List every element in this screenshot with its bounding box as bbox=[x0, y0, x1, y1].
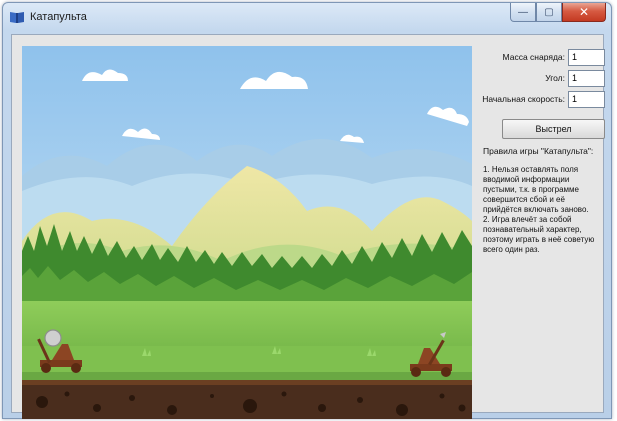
speed-input[interactable] bbox=[568, 90, 605, 108]
angle-row: Угол: bbox=[545, 69, 605, 87]
title-bar[interactable]: Катапульта — ▢ ✕ bbox=[3, 3, 611, 33]
game-scene[interactable] bbox=[22, 46, 472, 419]
minimize-button[interactable]: — bbox=[510, 3, 536, 22]
mass-row: Масса снаряда: bbox=[503, 48, 605, 66]
window-controls: — ▢ ✕ bbox=[510, 3, 606, 23]
stone-ball-icon bbox=[44, 329, 62, 347]
shoot-button[interactable]: Выстрел bbox=[502, 119, 605, 139]
angle-label: Угол: bbox=[545, 73, 565, 83]
rules-title: Правила игры "Катапульта": bbox=[483, 146, 594, 156]
speed-row: Начальная скорость: bbox=[482, 90, 605, 108]
speed-label: Начальная скорость: bbox=[482, 94, 565, 104]
maximize-button[interactable]: ▢ bbox=[536, 3, 562, 22]
app-window: Катапульта — ▢ ✕ Масса снаряда: 1 Угол: … bbox=[2, 2, 612, 419]
angle-input[interactable] bbox=[568, 69, 605, 87]
rules-text: 1. Нельзя оставлять поля вводимой информ… bbox=[483, 165, 595, 254]
mass-label: Масса снаряда: bbox=[502, 52, 565, 62]
control-panel: Масса снаряда: Угол: Начальная скорость:… bbox=[477, 45, 605, 405]
book-icon bbox=[10, 12, 24, 23]
mass-input[interactable] bbox=[568, 48, 605, 66]
window-title: Катапульта bbox=[30, 11, 87, 23]
game-scene-drawing bbox=[22, 46, 472, 419]
close-button[interactable]: ✕ bbox=[562, 3, 606, 22]
form-client-area: Масса снаряда: Угол: Начальная скорость:… bbox=[11, 34, 605, 419]
